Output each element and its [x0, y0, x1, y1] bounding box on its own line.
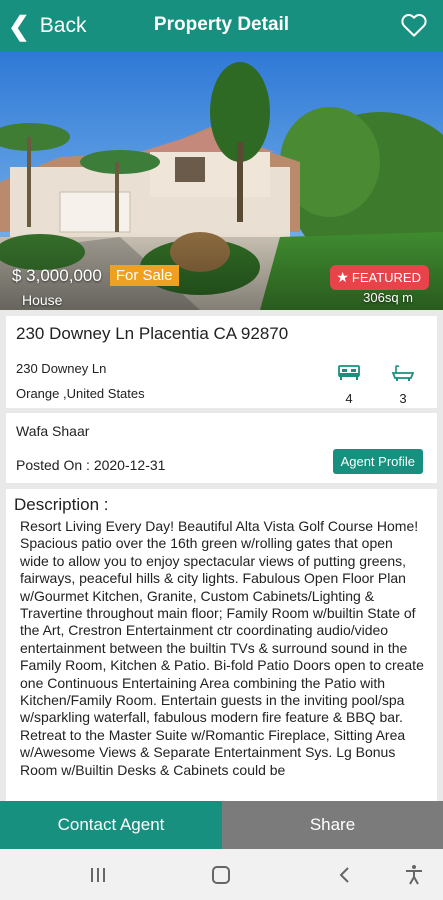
bathtub-icon	[391, 365, 415, 381]
bedrooms-stat: 4	[334, 364, 364, 406]
agent-profile-button[interactable]: Agent Profile	[332, 449, 423, 474]
contact-agent-button[interactable]: Contact Agent	[0, 801, 222, 849]
for-sale-badge: For Sale	[109, 265, 179, 286]
system-navigation-bar	[0, 849, 443, 900]
price-row: $ 3,000,000 For Sale	[12, 265, 179, 286]
recent-apps-icon[interactable]	[86, 863, 110, 887]
bathrooms-count: 3	[399, 391, 407, 406]
back-icon[interactable]	[333, 863, 357, 887]
featured-label: FEATURED	[351, 270, 421, 285]
description-card: Description : Resort Living Every Day! B…	[6, 489, 437, 801]
address-title: 230 Downey Ln Placentia CA 92870	[16, 324, 289, 343]
page-title: Property Detail	[153, 14, 290, 35]
bathrooms-stat: 3	[388, 364, 418, 406]
featured-badge: ★ FEATURED	[330, 265, 429, 290]
bed-icon	[338, 365, 360, 380]
bedrooms-count: 4	[345, 391, 353, 406]
street-address: 230 Downey Ln	[16, 361, 107, 376]
agent-card: Wafa Shaar Posted On : 2020-12-31 Agent …	[6, 413, 437, 483]
top-app-bar: ❮ Back Property Detail	[0, 0, 443, 52]
heart-outline-icon[interactable]	[399, 10, 429, 40]
home-icon[interactable]	[209, 863, 233, 887]
agent-name: Wafa Shaar	[16, 423, 90, 439]
share-button[interactable]: Share	[222, 801, 443, 849]
region: Orange ,United States	[16, 386, 145, 401]
posted-date: Posted On : 2020-12-31	[16, 457, 166, 473]
star-icon: ★	[336, 269, 349, 285]
address-card: 230 Downey Ln Placentia CA 92870 230 Dow…	[6, 316, 437, 408]
accessibility-icon[interactable]	[402, 863, 426, 887]
property-type: House	[22, 292, 63, 308]
price: $ 3,000,000	[12, 265, 102, 285]
property-area: 306sq m	[363, 290, 413, 305]
description-title: Description :	[14, 495, 109, 514]
description-text: Resort Living Every Day! Beautiful Alta …	[20, 518, 424, 778]
action-bar: Contact Agent Share	[0, 801, 443, 849]
